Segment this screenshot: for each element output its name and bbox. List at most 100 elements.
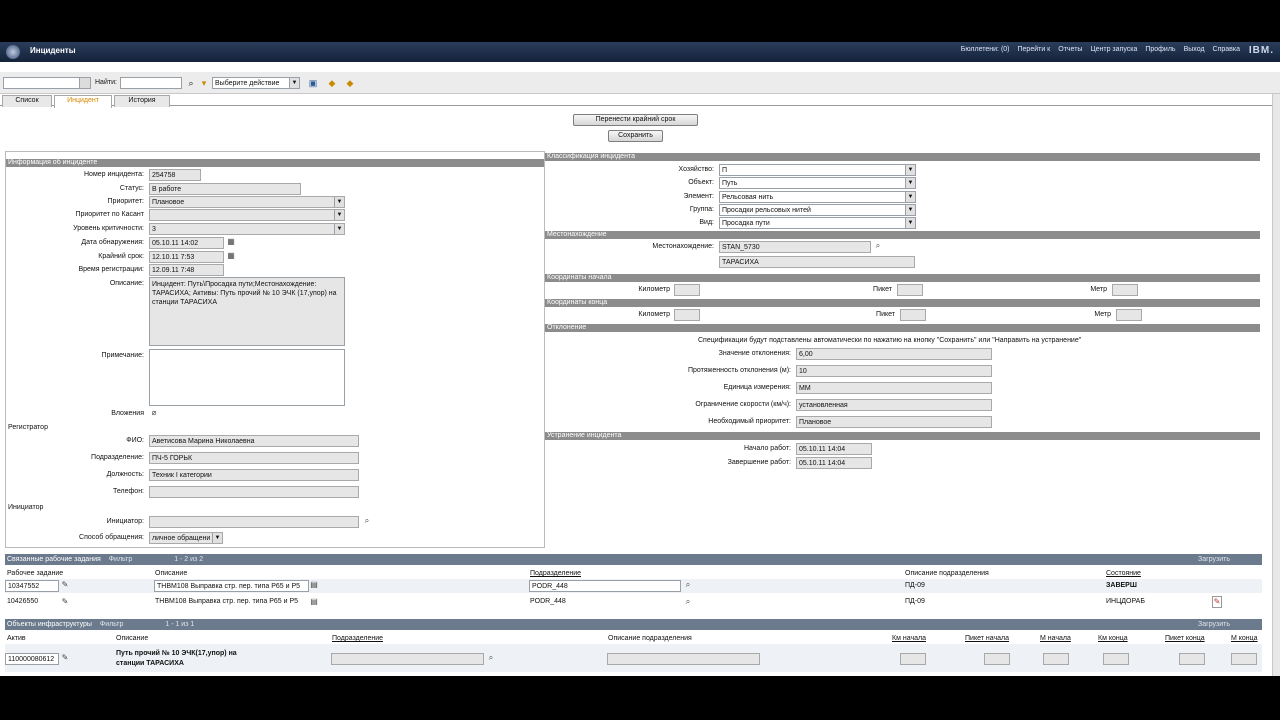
search-icon[interactable]: ⌕ bbox=[486, 653, 496, 663]
detail-icon[interactable]: ▤ bbox=[309, 597, 319, 607]
work-order-dept[interactable]: PODR_448 bbox=[529, 580, 681, 592]
km-start-field[interactable] bbox=[674, 284, 700, 296]
col-asset-desc[interactable]: Описание bbox=[116, 635, 148, 642]
group-select[interactable]: Просадки рельсовых нитей ▼ bbox=[719, 204, 916, 216]
reg-time-label: Время регистрации: bbox=[78, 266, 144, 273]
description-field[interactable]: Инцидент: Путь\Просадка пути;Местонахожд… bbox=[149, 277, 345, 346]
find-input[interactable] bbox=[120, 77, 182, 89]
col-m-end[interactable]: М конца bbox=[1231, 635, 1258, 642]
filter-link[interactable]: Фильтр bbox=[109, 556, 133, 563]
reports-link[interactable]: Отчеты bbox=[1058, 46, 1082, 53]
type-select[interactable]: Просадка пути ▼ bbox=[719, 217, 916, 229]
asset-id[interactable]: 110000080612 bbox=[5, 653, 59, 665]
filter-link[interactable]: Фильтр bbox=[100, 621, 124, 628]
deviation-header: Отклонение bbox=[545, 324, 1260, 332]
tab-list[interactable]: Список bbox=[2, 95, 52, 107]
search-icon[interactable]: ⌕ bbox=[873, 241, 883, 251]
col-department[interactable]: Подразделение bbox=[530, 570, 581, 577]
move-deadline-button[interactable]: Перенести крайний срок bbox=[573, 114, 698, 126]
asset-picket-end[interactable] bbox=[1179, 653, 1205, 665]
farm-select[interactable]: П ▼ bbox=[719, 164, 916, 176]
bulletins-link[interactable]: Бюллетени: (0) bbox=[961, 46, 1010, 53]
vertical-scrollbar[interactable] bbox=[1272, 94, 1280, 676]
col-state[interactable]: Состояние bbox=[1106, 570, 1141, 577]
flag-icon[interactable]: ▾ bbox=[199, 78, 209, 88]
col-asset-dept[interactable]: Подразделение bbox=[332, 635, 383, 642]
next-arrow-icon[interactable]: ◆ bbox=[345, 78, 355, 88]
start-center-link[interactable]: Центр запуска bbox=[1090, 46, 1137, 53]
detect-date-field[interactable]: 05.10.11 14:02 bbox=[149, 237, 224, 249]
deadline-field[interactable]: 12.10.11 7:53 bbox=[149, 251, 224, 263]
tab-incident[interactable]: Инцидент bbox=[54, 95, 112, 108]
object-select[interactable]: Путь ▼ bbox=[719, 177, 916, 189]
meter-start-field[interactable] bbox=[1112, 284, 1138, 296]
work-order-id[interactable]: 10347552 bbox=[5, 580, 59, 592]
work-order-id[interactable]: 10426550 bbox=[7, 598, 38, 605]
dev-speed-field: установленная bbox=[796, 399, 992, 411]
pencil-icon[interactable]: ✎ bbox=[60, 597, 70, 607]
col-m-start[interactable]: М начала bbox=[1040, 635, 1071, 642]
col-km-start[interactable]: Км начала bbox=[892, 635, 926, 642]
save-icon[interactable]: ▣ bbox=[308, 78, 318, 88]
col-dept-desc[interactable]: Описание подразделения bbox=[905, 570, 989, 577]
logout-link[interactable]: Выход bbox=[1184, 46, 1205, 53]
km-end-field[interactable] bbox=[674, 309, 700, 321]
search-icon[interactable]: ⌕ bbox=[683, 580, 693, 590]
col-picket-end[interactable]: Пикет конца bbox=[1165, 635, 1205, 642]
profile-link[interactable]: Профиль bbox=[1145, 46, 1175, 53]
download-link[interactable]: Загрузить bbox=[1198, 554, 1230, 565]
col-asset-dept-desc[interactable]: Описание подразделения bbox=[608, 635, 692, 642]
action-select[interactable]: Выберите действие ▼ bbox=[212, 77, 300, 89]
method-select[interactable]: личное обращени ▼ bbox=[149, 532, 223, 544]
dept-label: Подразделение: bbox=[91, 454, 144, 461]
help-link[interactable]: Справка bbox=[1213, 46, 1240, 53]
save-button[interactable]: Сохранить bbox=[608, 130, 663, 142]
dev-value-label: Значение отклонения: bbox=[718, 350, 791, 357]
note-field[interactable] bbox=[149, 349, 345, 406]
work-start-label: Начало работ: bbox=[743, 445, 791, 452]
binoculars-icon[interactable]: ⌕ bbox=[186, 78, 196, 88]
calendar-icon[interactable]: ▦ bbox=[226, 237, 236, 247]
edit-document-icon[interactable]: ✎ bbox=[1212, 596, 1222, 608]
asset-km-start[interactable] bbox=[900, 653, 926, 665]
col-km-end[interactable]: Км конца bbox=[1098, 635, 1128, 642]
prev-arrow-icon[interactable]: ◆ bbox=[327, 78, 337, 88]
deviation-note: Спецификации будут подставлены автоматич… bbox=[698, 337, 1082, 344]
asset-dept-field[interactable] bbox=[331, 653, 484, 665]
work-start-field[interactable]: 05.10.11 14:04 bbox=[796, 443, 872, 455]
pager[interactable]: 1 - 1 из 1 bbox=[165, 621, 194, 628]
location-code-field[interactable]: STAN_5730 bbox=[719, 241, 871, 253]
query-select[interactable] bbox=[3, 77, 91, 89]
paperclip-icon[interactable]: ⌀ bbox=[149, 408, 159, 418]
priority-select[interactable]: Плановое ▼ bbox=[149, 196, 345, 208]
pencil-icon[interactable]: ✎ bbox=[60, 580, 70, 590]
tab-history[interactable]: История bbox=[114, 95, 170, 107]
goto-link[interactable]: Перейти к bbox=[1018, 46, 1051, 53]
pencil-icon[interactable]: ✎ bbox=[60, 653, 70, 663]
search-icon[interactable]: ⌕ bbox=[362, 516, 372, 526]
picket-end-field[interactable] bbox=[900, 309, 926, 321]
position-label: Должность: bbox=[106, 471, 144, 478]
col-description[interactable]: Описание bbox=[155, 570, 187, 577]
calendar-icon[interactable]: ▦ bbox=[226, 251, 236, 261]
download-link[interactable]: Загрузить bbox=[1198, 619, 1230, 630]
search-icon[interactable]: ⌕ bbox=[683, 597, 693, 607]
initiator-field[interactable] bbox=[149, 516, 359, 528]
work-order-desc[interactable]: ТНВМ108 Выправка стр. пер. типа Р65 и Р5 bbox=[154, 580, 309, 592]
priority-kasant-select[interactable]: ▼ bbox=[149, 209, 345, 221]
work-end-field[interactable]: 05.10.11 14:04 bbox=[796, 457, 872, 469]
number-label: Номер инцидента: bbox=[84, 171, 144, 178]
pager[interactable]: 1 - 2 из 2 bbox=[174, 556, 203, 563]
meter-end-field[interactable] bbox=[1116, 309, 1142, 321]
col-picket-start[interactable]: Пикет начала bbox=[965, 635, 1009, 642]
asset-picket-start[interactable] bbox=[984, 653, 1010, 665]
col-asset[interactable]: Актив bbox=[7, 635, 26, 642]
asset-km-end[interactable] bbox=[1103, 653, 1129, 665]
asset-m-end[interactable] bbox=[1231, 653, 1257, 665]
picket-start-field[interactable] bbox=[897, 284, 923, 296]
element-select[interactable]: Рельсовая нить ▼ bbox=[719, 191, 916, 203]
criticality-select[interactable]: 3 ▼ bbox=[149, 223, 345, 235]
col-work-order[interactable]: Рабочее задание bbox=[7, 570, 63, 577]
asset-m-start[interactable] bbox=[1043, 653, 1069, 665]
detail-icon[interactable]: ▤ bbox=[309, 580, 319, 590]
